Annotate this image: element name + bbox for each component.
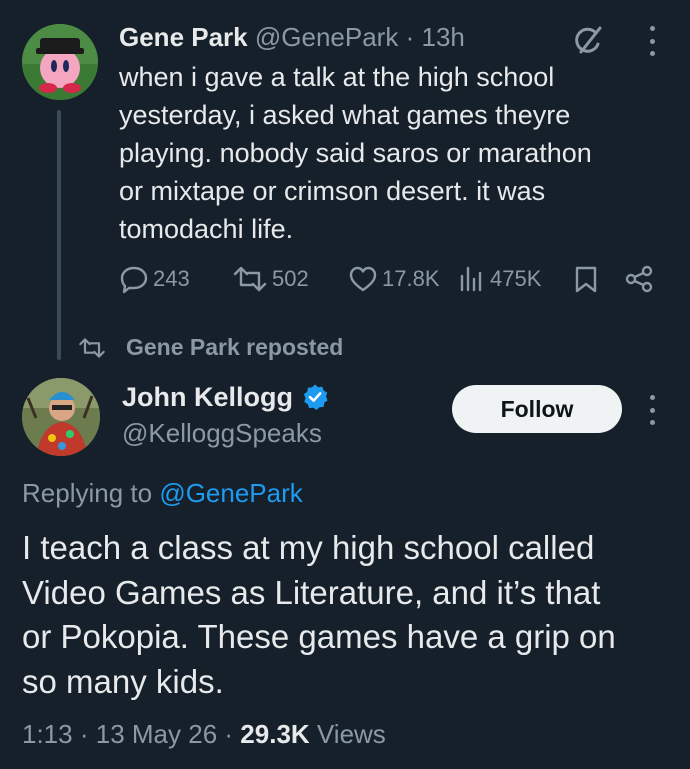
repost-count: 502	[272, 266, 309, 291]
grok-icon[interactable]	[570, 24, 604, 58]
author-name[interactable]: Gene Park	[119, 22, 248, 52]
main-tweet-text: I teach a class at my high school called…	[22, 529, 616, 700]
views-icon	[460, 266, 482, 292]
bookmark-button[interactable]	[574, 264, 598, 294]
replying-to: Replying to @GenePark	[22, 474, 303, 512]
like-button[interactable]: 17.8K	[348, 264, 440, 294]
tweet-time[interactable]: 1:13	[22, 719, 73, 749]
views-count[interactable]: 29.3K	[240, 719, 309, 749]
tweet-age[interactable]: 13h	[421, 22, 464, 52]
views-button[interactable]: 475K	[458, 264, 541, 294]
views-count: 475K	[490, 266, 542, 291]
share-button[interactable]	[624, 264, 654, 294]
repost-icon	[79, 337, 105, 358]
repost-banner-label[interactable]: Gene Park reposted	[126, 334, 343, 361]
author-handle[interactable]: @GenePark	[255, 22, 398, 52]
follow-button[interactable]: Follow	[452, 385, 622, 433]
replying-to-mention[interactable]: @GenePark	[159, 478, 302, 508]
tweet-meta: 1:13 · 13 May 26 · 29.3K Views	[22, 714, 386, 754]
author-name[interactable]: John Kellogg	[122, 378, 293, 416]
avatar[interactable]	[22, 378, 100, 456]
replying-to-label: Replying to	[22, 478, 160, 508]
like-icon	[349, 266, 377, 292]
repost-button[interactable]: 502	[232, 264, 309, 294]
author-handle[interactable]: @KelloggSpeaks	[122, 414, 322, 452]
dot-separator: ·	[224, 719, 234, 749]
views-label: Views	[316, 719, 386, 749]
author-name-row: John Kellogg	[122, 378, 329, 416]
repost-banner: Gene Park reposted	[78, 334, 343, 361]
share-icon	[625, 265, 653, 293]
more-icon[interactable]	[648, 395, 656, 425]
tweet-date[interactable]: 13 May 26	[96, 719, 217, 749]
reply-count: 243	[153, 266, 190, 291]
thread-line	[57, 110, 61, 360]
repost-icon	[233, 266, 267, 292]
dot-separator: ·	[79, 719, 89, 749]
verified-badge-icon	[303, 384, 328, 410]
avatar[interactable]	[22, 24, 98, 100]
parent-tweet-text: when i gave a talk at the high school ye…	[119, 62, 592, 244]
like-count: 17.8K	[382, 266, 440, 291]
reply-icon	[120, 266, 148, 294]
reply-button[interactable]: 243	[119, 264, 190, 294]
dot-separator: ·	[405, 22, 415, 52]
parent-author-row: Gene Park @GenePark · 13h	[119, 18, 465, 56]
bookmark-icon	[575, 266, 597, 293]
more-icon[interactable]	[648, 26, 656, 56]
